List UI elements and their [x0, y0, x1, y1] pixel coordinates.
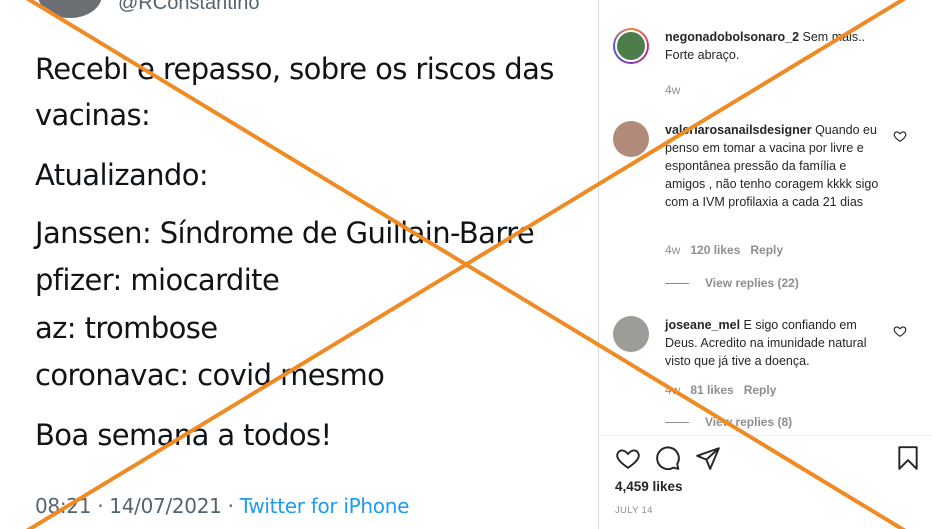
avatar[interactable] [613, 316, 649, 352]
bookmark-icon[interactable] [895, 445, 921, 471]
tweet-image: @RConstantino Recebi e repasso, sobre os… [0, 0, 598, 529]
comment-likes[interactable]: 81 likes [690, 383, 733, 397]
comment-username[interactable]: valeriarosanailsdesigner [665, 123, 812, 137]
tweet-meta: 08:21 · 14/07/2021 · Twitter for iPhone [35, 494, 409, 518]
comment-info: 4w [665, 83, 690, 97]
tweet-timestamp: 08:21 · 14/07/2021 · [35, 494, 240, 518]
comment-text: negonadobolsonaro_2 Sem mais.. Forte abr… [665, 28, 887, 64]
comments-panel: negonadobolsonaro_2 Sem mais.. Forte abr… [599, 0, 932, 529]
comment-age: 4w [665, 243, 681, 257]
post-likes[interactable]: 4,459 likes [615, 479, 683, 494]
tweet-line: Atualizando: [35, 158, 209, 192]
comment-username[interactable]: joseane_mel [665, 318, 740, 332]
actions-divider [599, 435, 932, 436]
comment-info: 4w 81 likes Reply [665, 383, 786, 397]
comment-info: 4w 120 likes Reply [665, 243, 793, 257]
comment-icon[interactable] [655, 445, 681, 471]
reply-button[interactable]: Reply [744, 383, 777, 397]
tweet-avatar [38, 0, 102, 18]
tweet-line: pfizer: miocardite [35, 263, 280, 297]
tweet-line: coronavac: covid mesmo [35, 358, 385, 392]
comment-likes[interactable]: 120 likes [690, 243, 740, 257]
comment-username[interactable]: negonadobolsonaro_2 [665, 30, 799, 44]
tweet-source[interactable]: Twitter for iPhone [240, 494, 410, 518]
reply-button[interactable]: Reply [750, 243, 783, 257]
heart-icon[interactable] [893, 129, 907, 143]
post-date: JULY 14 [615, 505, 653, 516]
action-bar [615, 445, 921, 471]
tweet-line: Janssen: Síndrome de Guillain-Barre [35, 216, 535, 250]
tweet-handle: @RConstantino [118, 0, 260, 14]
tweet-line: Recebi e repasso, sobre os riscos das [35, 52, 554, 86]
comment-text: valeriarosanailsdesigner Quando eu penso… [665, 121, 887, 211]
comment-age: 4w [665, 383, 681, 397]
tweet-line: Boa semana a todos! [35, 418, 332, 452]
tweet-line: az: trombose [35, 311, 218, 345]
avatar[interactable] [613, 28, 649, 64]
share-icon[interactable] [695, 445, 721, 471]
view-replies-label: View replies (8) [705, 415, 793, 429]
view-replies-button[interactable]: View replies (22) [665, 276, 799, 290]
heart-icon[interactable] [893, 324, 907, 338]
view-replies-button[interactable]: View replies (8) [665, 415, 792, 429]
avatar[interactable] [613, 121, 649, 157]
comment-text: joseane_mel E sigo confiando em Deus. Ac… [665, 316, 887, 370]
comment-age: 4w [665, 83, 681, 97]
tweet-line: vacinas: [35, 98, 151, 132]
replies-dash [665, 283, 689, 285]
heart-icon[interactable] [615, 445, 641, 471]
view-replies-label: View replies (22) [705, 276, 799, 290]
replies-dash [665, 422, 689, 424]
